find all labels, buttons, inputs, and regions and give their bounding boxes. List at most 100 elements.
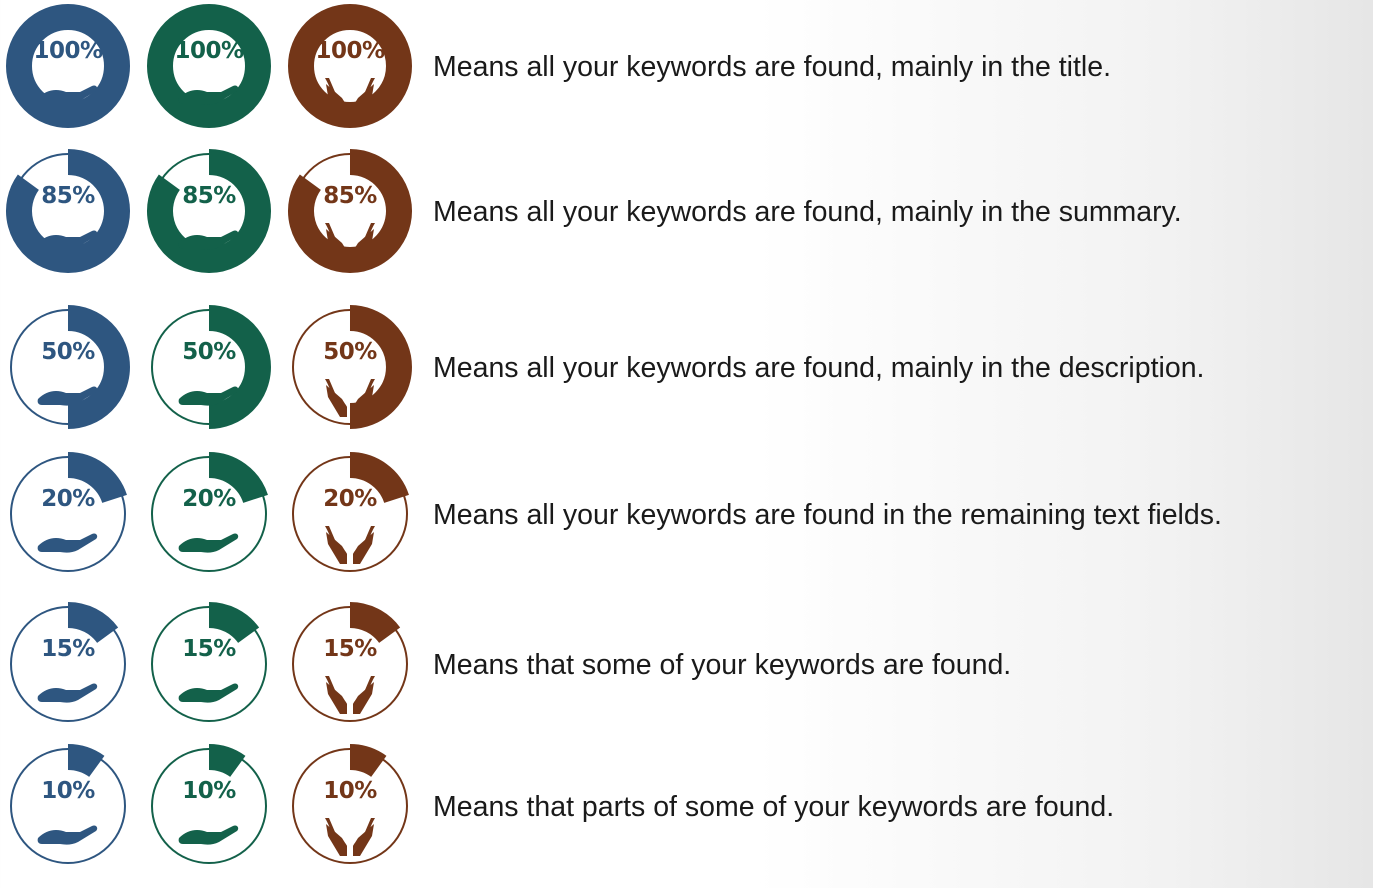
percent-label: 50%	[182, 339, 236, 365]
percent-label: 85%	[323, 183, 377, 209]
left-palm-shape	[326, 229, 347, 261]
blue-score-badge: 20%	[6, 452, 130, 576]
legend-row: 10% 10% 10% Means that parts of some of …	[0, 744, 1373, 888]
row-description: Means all your keywords are found in the…	[433, 499, 1222, 531]
progress-ring	[151, 452, 268, 572]
progress-ring	[151, 744, 267, 864]
open-hand-icon	[178, 85, 239, 105]
green-score-badge: 100%	[147, 4, 271, 128]
percent-label: 15%	[41, 636, 95, 662]
hand-shape	[37, 85, 98, 105]
progress-ring	[10, 744, 126, 864]
right-palm-shape	[353, 532, 374, 564]
progress-ring	[147, 149, 271, 273]
row-description: Means that parts of some of your keyword…	[433, 791, 1115, 823]
right-palm-shape	[353, 84, 374, 116]
blue-score-badge: 100%	[6, 4, 130, 128]
hand-shape	[37, 825, 98, 845]
brown-score-badge: 50%	[288, 305, 412, 429]
percent-label: 100%	[174, 38, 244, 64]
left-palm-shape	[326, 824, 347, 856]
hand-shape	[37, 533, 98, 553]
progress-ring	[6, 4, 130, 128]
blue-score-badge: 50%	[6, 305, 130, 429]
progress-ring	[151, 602, 267, 722]
legend-row: 15% 15% 15% Means that some of your keyw…	[0, 602, 1373, 746]
open-hand-icon	[37, 386, 98, 406]
green-score-badge: 20%	[147, 452, 271, 576]
ring-fill-arc	[349, 744, 387, 778]
green-score-badge: 85%	[147, 149, 271, 273]
open-hand-icon	[37, 230, 98, 250]
row-description: Means all your keywords are found, mainl…	[433, 196, 1182, 228]
percent-label: 50%	[323, 339, 377, 365]
ring-fill-arc	[67, 602, 119, 644]
progress-ring	[10, 602, 126, 722]
right-palm-shape	[353, 682, 374, 714]
open-hand-icon	[178, 533, 239, 553]
ring-fill-arc	[208, 744, 246, 778]
percent-label: 100%	[315, 38, 385, 64]
green-score-badge: 15%	[147, 602, 271, 726]
right-palm-shape	[353, 229, 374, 261]
percent-label: 85%	[182, 183, 236, 209]
ring-fill-arc	[67, 744, 105, 778]
open-hand-icon	[178, 825, 239, 845]
percent-label: 15%	[323, 636, 377, 662]
open-hand-icon	[37, 533, 98, 553]
legend-row: 85% 85% 85% Means all your keywords are …	[0, 149, 1373, 293]
progress-ring	[6, 149, 130, 273]
cupped-hands-icon	[325, 78, 375, 116]
blue-score-badge: 85%	[6, 149, 130, 273]
cupped-hands-icon	[325, 818, 375, 856]
brown-score-badge: 10%	[288, 744, 412, 868]
brown-score-badge: 20%	[288, 452, 412, 576]
green-score-badge: 10%	[147, 744, 271, 868]
left-palm-shape	[326, 682, 347, 714]
cupped-hands-icon	[325, 526, 375, 564]
left-palm-shape	[326, 532, 347, 564]
right-palm-shape	[353, 385, 374, 417]
ring-fill-arc	[349, 602, 401, 644]
ring-fill-arc	[208, 602, 260, 644]
legend-row: 20% 20% 20% Means all your keywords are …	[0, 452, 1373, 596]
hand-shape	[178, 533, 239, 553]
percent-label: 100%	[33, 38, 103, 64]
open-hand-icon	[37, 85, 98, 105]
percent-label: 10%	[182, 778, 236, 804]
right-palm-shape	[353, 824, 374, 856]
progress-ring	[147, 4, 271, 128]
row-description: Means all your keywords are found, mainl…	[433, 352, 1205, 384]
row-description: Means all your keywords are found, mainl…	[433, 51, 1111, 83]
legend-row: 50% 50% 50% Means all your keywords are …	[0, 305, 1373, 449]
percent-label: 20%	[323, 486, 377, 512]
brown-score-badge: 100%	[288, 4, 412, 128]
hand-shape	[178, 230, 239, 250]
blue-score-badge: 10%	[6, 744, 130, 868]
cupped-hands-icon	[325, 676, 375, 714]
progress-ring	[10, 452, 127, 572]
percent-label: 20%	[182, 486, 236, 512]
hand-shape	[37, 683, 98, 703]
hand-shape	[178, 825, 239, 845]
percent-label: 20%	[41, 486, 95, 512]
legend-row: 100% 100% 100% Means all your keywords a…	[0, 4, 1373, 148]
hand-shape	[178, 386, 239, 406]
relevance-legend: 100% 100% 100% Means all your keywords a…	[0, 0, 1373, 864]
row-description: Means that some of your keywords are fou…	[433, 649, 1012, 681]
cupped-hands-icon	[325, 379, 375, 417]
open-hand-icon	[178, 230, 239, 250]
green-score-badge: 50%	[147, 305, 271, 429]
brown-score-badge: 15%	[288, 602, 412, 726]
hand-shape	[37, 230, 98, 250]
percent-label: 15%	[182, 636, 236, 662]
percent-label: 10%	[323, 778, 377, 804]
hand-shape	[178, 85, 239, 105]
cupped-hands-icon	[325, 223, 375, 261]
percent-label: 50%	[41, 339, 95, 365]
open-hand-icon	[178, 386, 239, 406]
left-palm-shape	[326, 84, 347, 116]
left-palm-shape	[326, 385, 347, 417]
progress-ring	[151, 305, 271, 429]
percent-label: 85%	[41, 183, 95, 209]
